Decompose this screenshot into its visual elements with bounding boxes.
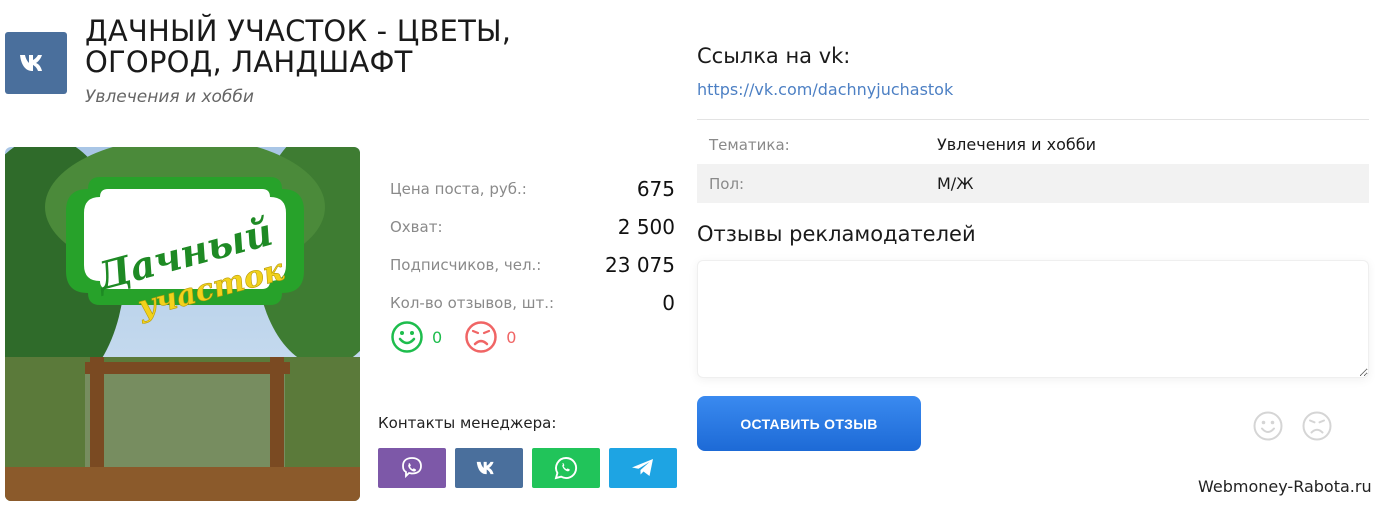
stat-row-price: Цена поста, руб.: 675 <box>390 170 675 208</box>
watermark: Webmoney-Rabota.ru <box>1198 477 1372 496</box>
stat-label: Цена поста, руб.: <box>390 180 527 198</box>
group-title: ДАЧНЫЙ УЧАСТОК - ЦВЕТЫ, ОГОРОД, ЛАНДШАФТ <box>85 14 512 79</box>
stat-row-subscribers: Подписчиков, чел.: 23 075 <box>390 246 675 284</box>
group-category: Увлечения и хобби <box>85 87 254 107</box>
stat-label: Подписчиков, чел.: <box>390 256 542 274</box>
info-row-gender: Пол: М/Ж <box>697 164 1369 203</box>
viber-button[interactable] <box>378 448 446 488</box>
group-stats: Цена поста, руб.: 675 Охват: 2 500 Подпи… <box>390 170 675 322</box>
info-label: Тематика: <box>709 135 790 154</box>
review-reactions: 0 0 <box>390 320 538 354</box>
stat-label: Кол-во отзывов, шт.: <box>390 294 555 312</box>
info-value: М/Ж <box>937 174 974 193</box>
smile-icon[interactable] <box>1252 410 1284 442</box>
contact-buttons <box>378 448 686 488</box>
telegram-button[interactable] <box>609 448 677 488</box>
stat-value: 0 <box>662 291 675 315</box>
stat-value: 2 500 <box>617 215 675 239</box>
contacts-title: Контакты менеджера: <box>378 414 557 432</box>
positive-count: 0 <box>432 327 443 347</box>
review-textarea[interactable] <box>697 260 1369 378</box>
positive-reviews: 0 <box>390 320 442 354</box>
vk-icon <box>476 461 494 475</box>
vk-logo-icon <box>5 32 67 94</box>
stat-value: 675 <box>636 177 675 201</box>
stat-value: 23 075 <box>605 253 675 277</box>
group-avatar-image: Дачный участок <box>5 147 360 501</box>
telegram-icon <box>632 459 653 476</box>
whatsapp-icon <box>554 457 578 480</box>
vk-icon <box>20 55 42 71</box>
reviews-title: Отзывы рекламодателей <box>697 222 976 246</box>
submit-review-button[interactable]: ОСТАВИТЬ ОТЗЫВ <box>697 396 921 451</box>
info-value: Увлечения и хобби <box>937 135 1096 154</box>
stat-row-reviews: Кол-во отзывов, шт.: 0 <box>390 284 675 322</box>
vk-contact-button[interactable] <box>455 448 523 488</box>
link-title: Ссылка на vk: <box>697 44 851 68</box>
divider <box>697 119 1369 120</box>
frown-icon[interactable] <box>1301 410 1333 442</box>
info-row-topic: Тематика: Увлечения и хобби <box>697 125 1369 164</box>
viber-icon <box>402 457 422 479</box>
negative-count: 0 <box>506 327 517 347</box>
whatsapp-button[interactable] <box>532 448 600 488</box>
group-link[interactable]: https://vk.com/dachnyjuchastok <box>697 80 953 99</box>
frown-icon <box>465 321 497 353</box>
stat-row-reach: Охват: 2 500 <box>390 208 675 246</box>
negative-reviews: 0 <box>464 320 516 354</box>
info-label: Пол: <box>709 174 745 193</box>
smile-icon <box>391 321 423 353</box>
stat-label: Охват: <box>390 218 443 236</box>
